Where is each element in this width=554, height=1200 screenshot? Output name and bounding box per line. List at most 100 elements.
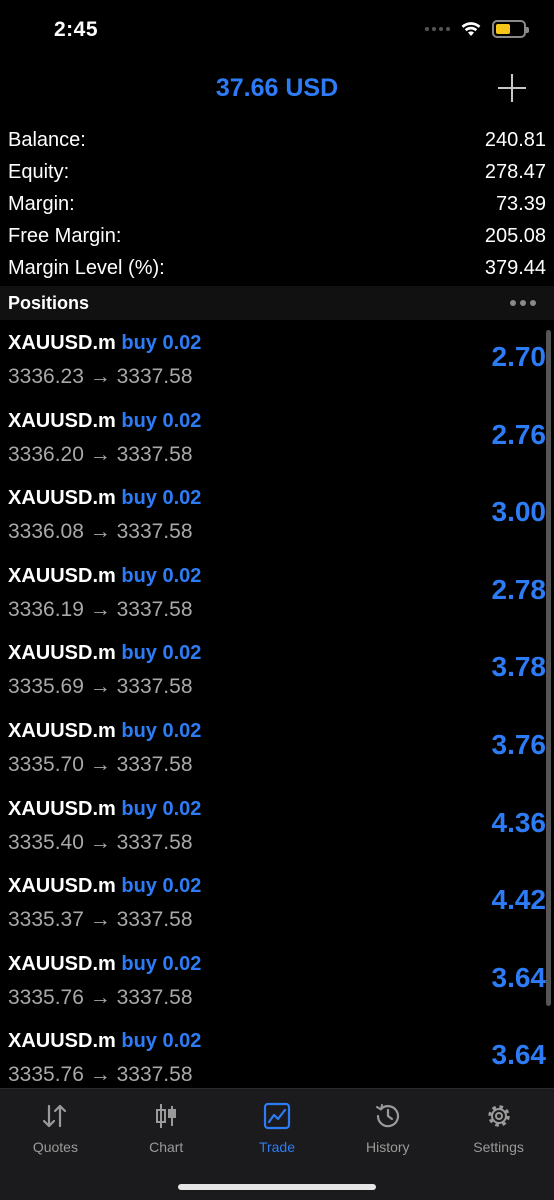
summary-value: 73.39 <box>495 192 546 215</box>
position-row[interactable]: XAUUSD.m buy 0.02 3335.70 → 3337.58 3.76 <box>0 712 554 790</box>
position-profit: 2.76 <box>491 418 547 450</box>
tab-label: Settings <box>473 1139 524 1155</box>
position-current-price: 3337.58 <box>116 675 193 699</box>
position-symbol: XAUUSD.m <box>8 719 116 742</box>
position-row[interactable]: XAUUSD.m buy 0.02 3335.69 → 3337.58 3.78 <box>0 634 554 712</box>
position-row[interactable]: XAUUSD.m buy 0.02 3336.19 → 3337.58 2.78 <box>0 557 554 635</box>
position-profit: 3.78 <box>491 651 547 683</box>
position-type: buy 0.02 <box>121 797 202 820</box>
summary-label: Margin: <box>8 192 75 215</box>
battery-icon <box>492 20 529 38</box>
position-current-price: 3337.58 <box>116 365 193 388</box>
tab-label: Trade <box>258 1139 296 1155</box>
summary-row-margin-level: Margin Level (%): 379.44 <box>0 252 554 284</box>
summary-row-free-margin: Free Margin: 205.08 <box>0 220 554 252</box>
position-row[interactable]: XAUUSD.m buy 0.02 3335.40 → 3337.58 4.36 <box>0 790 554 868</box>
position-current-price: 3337.58 <box>116 908 193 932</box>
position-type: buy 0.02 <box>121 952 202 975</box>
position-profit: 2.70 <box>491 341 547 372</box>
status-time: 2:45 <box>54 18 99 41</box>
position-type: buy 0.02 <box>121 409 202 432</box>
position-symbol: XAUUSD.m <box>8 1030 116 1053</box>
account-profit-title: 37.66 USD <box>215 74 339 102</box>
position-profit: 3.64 <box>491 1039 547 1071</box>
position-open-price: 3335.37 <box>8 908 84 932</box>
add-order-button[interactable] <box>498 74 526 102</box>
position-current-price: 3337.58 <box>116 752 193 776</box>
position-symbol: XAUUSD.m <box>8 487 116 510</box>
position-type: buy 0.02 <box>121 642 202 665</box>
account-summary: Balance: 240.81 Equity: 278.47 Margin: 7… <box>0 124 554 284</box>
trade-chart-icon <box>263 1102 291 1130</box>
position-symbol: XAUUSD.m <box>8 564 116 587</box>
tab-label: History <box>366 1139 410 1155</box>
positions-list[interactable]: XAUUSD.m buy 0.02 3336.23 → 3337.58 2.70… <box>0 324 554 1088</box>
position-current-price: 3337.58 <box>116 520 193 544</box>
summary-row-balance: Balance: 240.81 <box>0 124 554 156</box>
tab-settings[interactable]: Settings <box>443 1089 554 1200</box>
tab-quotes[interactable]: Quotes <box>0 1089 111 1200</box>
position-row[interactable]: XAUUSD.m buy 0.02 3336.08 → 3337.58 3.00 <box>0 479 554 557</box>
position-row[interactable]: XAUUSD.m buy 0.02 3335.37 → 3337.58 4.42 <box>0 867 554 945</box>
header: 37.66 USD <box>0 64 554 114</box>
position-profit: 4.42 <box>491 884 547 916</box>
summary-row-margin: Margin: 73.39 <box>0 188 554 220</box>
home-indicator <box>178 1184 376 1190</box>
position-type: buy 0.02 <box>121 875 202 898</box>
position-open-price: 3335.69 <box>8 675 84 699</box>
position-open-price: 3336.19 <box>8 597 84 621</box>
position-symbol: XAUUSD.m <box>8 797 116 820</box>
position-profit: 3.64 <box>491 961 547 993</box>
position-type: buy 0.02 <box>121 1030 202 1053</box>
position-row[interactable]: XAUUSD.m buy 0.02 3336.23 → 3337.58 2.70 <box>0 324 554 402</box>
summary-label: Balance: <box>8 128 86 151</box>
candlestick-icon <box>156 1104 177 1128</box>
position-profit: 3.00 <box>491 496 547 528</box>
summary-value: 278.47 <box>484 160 546 183</box>
position-row[interactable]: XAUUSD.m buy 0.02 3335.76 → 3337.58 3.64 <box>0 945 554 1023</box>
cellular-signal-icon <box>425 27 450 31</box>
position-current-price: 3337.58 <box>116 597 193 621</box>
position-profit: 2.78 <box>491 573 547 605</box>
position-open-price: 3336.20 <box>8 442 84 466</box>
summary-row-equity: Equity: 278.47 <box>0 156 554 188</box>
position-open-price: 3335.70 <box>8 752 84 776</box>
position-open-price: 3335.76 <box>8 985 84 1009</box>
position-type: buy 0.02 <box>121 332 202 354</box>
quotes-icon <box>43 1104 67 1128</box>
position-current-price: 3337.58 <box>116 830 193 854</box>
position-symbol: XAUUSD.m <box>8 952 116 975</box>
position-profit: 4.36 <box>491 806 547 838</box>
position-symbol: XAUUSD.m <box>8 409 116 432</box>
positions-section-header: Positions <box>0 286 554 320</box>
summary-label: Free Margin: <box>8 224 122 247</box>
tab-label: Quotes <box>32 1139 78 1155</box>
position-row[interactable]: XAUUSD.m buy 0.02 3335.76 → 3337.58 3.64 <box>0 1022 554 1088</box>
more-options-icon[interactable] <box>510 300 536 306</box>
wifi-icon <box>461 22 481 36</box>
scrollbar[interactable] <box>546 330 551 1006</box>
position-type: buy 0.02 <box>121 719 202 742</box>
summary-label: Equity: <box>8 160 70 183</box>
position-open-price: 3336.08 <box>8 520 84 544</box>
position-current-price: 3337.58 <box>116 985 193 1009</box>
position-open-price: 3336.23 <box>8 365 84 388</box>
tab-label: Chart <box>149 1139 184 1155</box>
position-type: buy 0.02 <box>121 564 202 587</box>
position-symbol: XAUUSD.m <box>8 875 116 898</box>
position-row[interactable]: XAUUSD.m buy 0.02 3336.20 → 3337.58 2.76 <box>0 402 554 480</box>
status-bar: 2:45 <box>0 0 554 60</box>
position-open-price: 3335.76 <box>8 1063 84 1087</box>
positions-title: Positions <box>8 292 90 313</box>
position-current-price: 3337.58 <box>116 1063 193 1087</box>
position-type: buy 0.02 <box>121 487 202 510</box>
position-current-price: 3337.58 <box>116 442 193 466</box>
status-icons <box>425 20 529 38</box>
position-symbol: XAUUSD.m <box>8 642 116 665</box>
gear-icon <box>487 1105 510 1127</box>
position-profit: 3.76 <box>491 728 547 760</box>
position-open-price: 3335.40 <box>8 830 84 854</box>
position-symbol: XAUUSD.m <box>8 332 116 354</box>
history-icon <box>375 1104 399 1128</box>
summary-value: 240.81 <box>484 128 546 151</box>
